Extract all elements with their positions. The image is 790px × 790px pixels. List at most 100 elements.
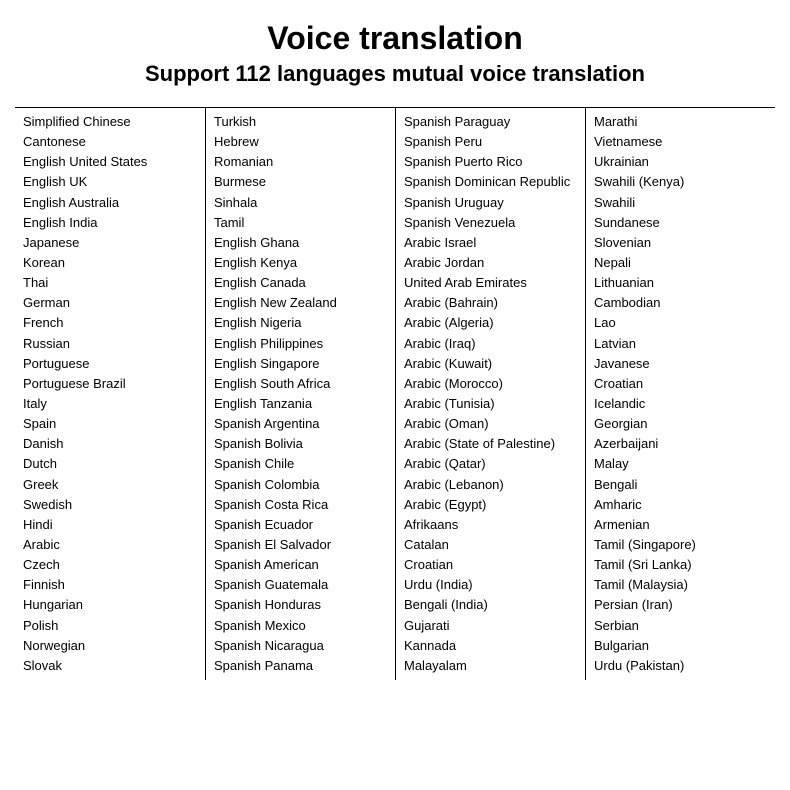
language-item: Simplified Chinese <box>23 112 197 132</box>
language-item: Portuguese Brazil <box>23 374 197 394</box>
language-item: English New Zealand <box>214 293 387 313</box>
language-item: Turkish <box>214 112 387 132</box>
language-item: Spanish Guatemala <box>214 575 387 595</box>
language-item: Spanish Nicaragua <box>214 636 387 656</box>
language-item: Spanish Panama <box>214 656 387 676</box>
language-item: English Tanzania <box>214 394 387 414</box>
language-item: Arabic (Lebanon) <box>404 475 577 495</box>
language-column-1: Simplified ChineseCantoneseEnglish Unite… <box>15 108 205 680</box>
language-item: Hindi <box>23 515 197 535</box>
language-item: English Ghana <box>214 233 387 253</box>
language-item: Lithuanian <box>594 273 767 293</box>
language-grid: Simplified ChineseCantoneseEnglish Unite… <box>15 107 775 680</box>
language-item: Spanish Mexico <box>214 616 387 636</box>
language-item: Arabic (Tunisia) <box>404 394 577 414</box>
language-item: Sundanese <box>594 213 767 233</box>
language-item: Hungarian <box>23 595 197 615</box>
language-item: Swahili <box>594 193 767 213</box>
language-item: Croatian <box>404 555 577 575</box>
language-item: Serbian <box>594 616 767 636</box>
language-item: French <box>23 313 197 333</box>
language-item: Czech <box>23 555 197 575</box>
language-item: Azerbaijani <box>594 434 767 454</box>
language-item: Spanish Peru <box>404 132 577 152</box>
language-item: Spanish Dominican Republic <box>404 172 577 192</box>
language-item: Arabic (State of Palestine) <box>404 434 577 454</box>
language-item: Cantonese <box>23 132 197 152</box>
language-item: Spanish Uruguay <box>404 193 577 213</box>
language-item: Nepali <box>594 253 767 273</box>
language-item: Spanish Costa Rica <box>214 495 387 515</box>
language-item: Arabic (Egypt) <box>404 495 577 515</box>
language-item: Arabic Jordan <box>404 253 577 273</box>
language-item: Spanish Paraguay <box>404 112 577 132</box>
language-item: Armenian <box>594 515 767 535</box>
language-column-3: Spanish ParaguaySpanish PeruSpanish Puer… <box>395 108 585 680</box>
language-item: English Kenya <box>214 253 387 273</box>
language-item: Spanish Ecuador <box>214 515 387 535</box>
language-item: Arabic Israel <box>404 233 577 253</box>
language-item: Korean <box>23 253 197 273</box>
language-item: Kannada <box>404 636 577 656</box>
language-item: English Philippines <box>214 334 387 354</box>
language-item: Spain <box>23 414 197 434</box>
language-item: Arabic (Bahrain) <box>404 293 577 313</box>
language-item: Tamil <box>214 213 387 233</box>
language-item: Hebrew <box>214 132 387 152</box>
language-item: Gujarati <box>404 616 577 636</box>
language-item: Javanese <box>594 354 767 374</box>
language-item: Persian (Iran) <box>594 595 767 615</box>
language-item: Tamil (Malaysia) <box>594 575 767 595</box>
language-item: Bulgarian <box>594 636 767 656</box>
language-item: Spanish Colombia <box>214 475 387 495</box>
page-header: Voice translation Support 112 languages … <box>15 20 775 87</box>
language-item: Thai <box>23 273 197 293</box>
language-item: Polish <box>23 616 197 636</box>
language-item: Latvian <box>594 334 767 354</box>
language-column-2: TurkishHebrewRomanianBurmeseSinhalaTamil… <box>205 108 395 680</box>
language-item: Marathi <box>594 112 767 132</box>
language-item: Arabic (Qatar) <box>404 454 577 474</box>
language-item: Vietnamese <box>594 132 767 152</box>
language-item: Arabic (Oman) <box>404 414 577 434</box>
language-item: Georgian <box>594 414 767 434</box>
language-item: Romanian <box>214 152 387 172</box>
language-item: Spanish Venezuela <box>404 213 577 233</box>
language-item: Spanish Argentina <box>214 414 387 434</box>
language-item: Bengali (India) <box>404 595 577 615</box>
language-item: Spanish El Salvador <box>214 535 387 555</box>
language-item: Spanish Puerto Rico <box>404 152 577 172</box>
language-item: Swahili (Kenya) <box>594 172 767 192</box>
page-title: Voice translation <box>15 20 775 57</box>
language-item: Bengali <box>594 475 767 495</box>
language-item: Croatian <box>594 374 767 394</box>
language-item: Russian <box>23 334 197 354</box>
language-item: Malay <box>594 454 767 474</box>
language-item: Burmese <box>214 172 387 192</box>
language-item: Spanish Chile <box>214 454 387 474</box>
language-item: Arabic <box>23 535 197 555</box>
page-subtitle: Support 112 languages mutual voice trans… <box>15 61 775 87</box>
language-item: Urdu (Pakistan) <box>594 656 767 676</box>
language-item: Urdu (India) <box>404 575 577 595</box>
language-item: Sinhala <box>214 193 387 213</box>
language-item: English United States <box>23 152 197 172</box>
language-item: English Nigeria <box>214 313 387 333</box>
language-item: Greek <box>23 475 197 495</box>
language-item: Portuguese <box>23 354 197 374</box>
language-item: English Australia <box>23 193 197 213</box>
language-item: Arabic (Kuwait) <box>404 354 577 374</box>
language-item: Spanish Bolivia <box>214 434 387 454</box>
language-item: Afrikaans <box>404 515 577 535</box>
language-item: Danish <box>23 434 197 454</box>
language-item: English Singapore <box>214 354 387 374</box>
language-item: Tamil (Sri Lanka) <box>594 555 767 575</box>
language-column-4: MarathiVietnameseUkrainianSwahili (Kenya… <box>585 108 775 680</box>
language-item: Icelandic <box>594 394 767 414</box>
language-item: English Canada <box>214 273 387 293</box>
language-item: Spanish American <box>214 555 387 575</box>
language-item: English South Africa <box>214 374 387 394</box>
language-item: German <box>23 293 197 313</box>
language-item: Finnish <box>23 575 197 595</box>
language-item: Arabic (Algeria) <box>404 313 577 333</box>
